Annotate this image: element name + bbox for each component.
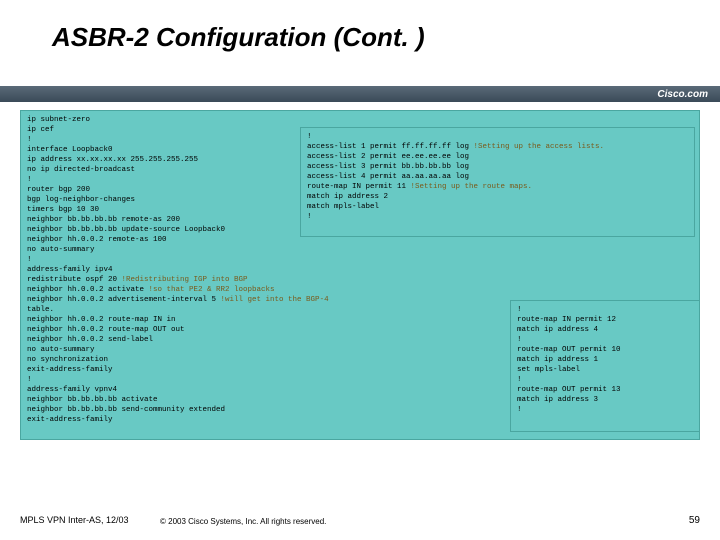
code-text: neighbor bb.bb.bb.bb update-source Loopb… bbox=[27, 226, 225, 234]
code-text: ! bbox=[307, 133, 312, 141]
code-text: ! bbox=[517, 306, 522, 314]
code-text: interface Loopback0 bbox=[27, 146, 113, 154]
code-text: match ip address 3 bbox=[517, 396, 598, 404]
code-text: neighbor hh.0.0.2 activate bbox=[27, 286, 149, 294]
code-text: exit-address-family bbox=[27, 366, 113, 374]
code-text: neighbor hh.0.0.2 route-map OUT out bbox=[27, 326, 185, 334]
code-text: router bgp 200 bbox=[27, 186, 90, 194]
code-text: neighbor hh.0.0.2 route-map IN in bbox=[27, 316, 176, 324]
code-text: ! bbox=[517, 336, 522, 344]
code-line: access-list 1 permit ff.ff.ff.ff log !Se… bbox=[307, 142, 688, 152]
code-text: ! bbox=[27, 256, 32, 264]
code-text: access-list 2 permit ee.ee.ee.ee log bbox=[307, 153, 469, 161]
code-text: match ip address 4 bbox=[517, 326, 598, 334]
code-text: set mpls-label bbox=[517, 366, 580, 374]
code-line: set mpls-label bbox=[517, 365, 693, 375]
code-comment: !Redistributing IGP into BGP bbox=[122, 276, 248, 284]
code-line: neighbor hh.0.0.2 activate !so that PE2 … bbox=[27, 285, 693, 295]
code-text: no ip directed-broadcast bbox=[27, 166, 135, 174]
code-text: access-list 3 permit bb.bb.bb.bb log bbox=[307, 163, 469, 171]
code-text: ! bbox=[27, 176, 32, 184]
code-comment: !so that PE2 & RR2 loopbacks bbox=[149, 286, 275, 294]
code-comment: !Setting up the route maps. bbox=[411, 183, 533, 191]
code-text: route-map OUT permit 10 bbox=[517, 346, 621, 354]
code-text: match mpls-label bbox=[307, 203, 379, 211]
footer-left: MPLS VPN Inter-AS, 12/03 bbox=[20, 515, 129, 526]
code-text: neighbor bb.bb.bb.bb remote-as 200 bbox=[27, 216, 180, 224]
code-line: ! bbox=[517, 305, 693, 315]
code-text: table. bbox=[27, 306, 54, 314]
code-line: match mpls-label bbox=[307, 202, 688, 212]
config-box-routemap: ! route-map IN permit 12 match ip address … bbox=[510, 300, 700, 432]
code-text: ip address xx.xx.xx.xx 255.255.255.255 bbox=[27, 156, 198, 164]
code-line: ip subnet-zero bbox=[27, 115, 693, 125]
code-text: no auto-summary bbox=[27, 246, 95, 254]
code-text: neighbor hh.0.0.2 remote-as 100 bbox=[27, 236, 167, 244]
code-line: ! bbox=[517, 375, 693, 385]
code-text: ! bbox=[27, 136, 32, 144]
code-text: no auto-summary bbox=[27, 346, 95, 354]
code-text: address-family ipv4 bbox=[27, 266, 113, 274]
code-text: redistribute ospf 20 bbox=[27, 276, 122, 284]
code-text: bgp log-neighbor-changes bbox=[27, 196, 135, 204]
cisco-logo-label: Cisco.com bbox=[657, 89, 708, 100]
code-text: ! bbox=[27, 376, 32, 384]
code-line: redistribute ospf 20 !Redistributing IGP… bbox=[27, 275, 693, 285]
footer-page: 59 bbox=[689, 515, 700, 526]
code-comment: !Setting up the access lists. bbox=[474, 143, 605, 151]
code-comment: !will get into the BGP-4 bbox=[221, 296, 329, 304]
code-text: ! bbox=[517, 376, 522, 384]
code-line: access-list 4 permit aa.aa.aa.aa log bbox=[307, 172, 688, 182]
code-text: no synchronization bbox=[27, 356, 108, 364]
code-text: match ip address 2 bbox=[307, 193, 388, 201]
code-line: route-map IN permit 12 bbox=[517, 315, 693, 325]
footer-copyright: © 2003 Cisco Systems, Inc. All rights re… bbox=[160, 517, 326, 526]
config-box-acl: !access-list 1 permit ff.ff.ff.ff log !S… bbox=[300, 127, 695, 237]
code-text: neighbor hh.0.0.2 advertisement-interval… bbox=[27, 296, 221, 304]
code-text: access-list 1 permit ff.ff.ff.ff log bbox=[307, 143, 474, 151]
code-line: ! bbox=[307, 212, 688, 222]
code-line: route-map OUT permit 10 bbox=[517, 345, 693, 355]
code-text: exit-address-family bbox=[27, 416, 113, 424]
code-line: match ip address 4 bbox=[517, 325, 693, 335]
code-text: address-family vpnv4 bbox=[27, 386, 117, 394]
code-text: match ip address 1 bbox=[517, 356, 598, 364]
slide: ASBR-2 Configuration (Cont. ) Cisco.com … bbox=[0, 0, 720, 540]
code-line: route-map OUT permit 13 bbox=[517, 385, 693, 395]
code-text: neighbor bb.bb.bb.bb send-community exte… bbox=[27, 406, 225, 414]
code-line: access-list 2 permit ee.ee.ee.ee log bbox=[307, 152, 688, 162]
code-text: ip cef bbox=[27, 126, 54, 134]
code-text: timers bgp 10 30 bbox=[27, 206, 99, 214]
code-line: ! bbox=[307, 132, 688, 142]
code-line: match ip address 2 bbox=[307, 192, 688, 202]
code-text: route-map OUT permit 13 bbox=[517, 386, 621, 394]
code-text: neighbor bb.bb.bb.bb activate bbox=[27, 396, 158, 404]
code-line: ! bbox=[27, 255, 693, 265]
code-line: ! bbox=[517, 335, 693, 345]
code-text: access-list 4 permit aa.aa.aa.aa log bbox=[307, 173, 469, 181]
code-text: route-map IN permit 11 bbox=[307, 183, 411, 191]
code-text: ! bbox=[517, 406, 522, 414]
code-line: match ip address 1 bbox=[517, 355, 693, 365]
code-text: ip subnet-zero bbox=[27, 116, 90, 124]
code-line: ! bbox=[517, 405, 693, 415]
cisco-header-bar: Cisco.com bbox=[0, 86, 720, 102]
code-text: route-map IN permit 12 bbox=[517, 316, 616, 324]
slide-title: ASBR-2 Configuration (Cont. ) bbox=[52, 22, 425, 53]
code-text: neighbor hh.0.0.2 send-label bbox=[27, 336, 153, 344]
code-line: match ip address 3 bbox=[517, 395, 693, 405]
code-text: ! bbox=[307, 213, 312, 221]
code-line: route-map IN permit 11 !Setting up the r… bbox=[307, 182, 688, 192]
code-line: no auto-summary bbox=[27, 245, 693, 255]
code-line: access-list 3 permit bb.bb.bb.bb log bbox=[307, 162, 688, 172]
code-line: address-family ipv4 bbox=[27, 265, 693, 275]
